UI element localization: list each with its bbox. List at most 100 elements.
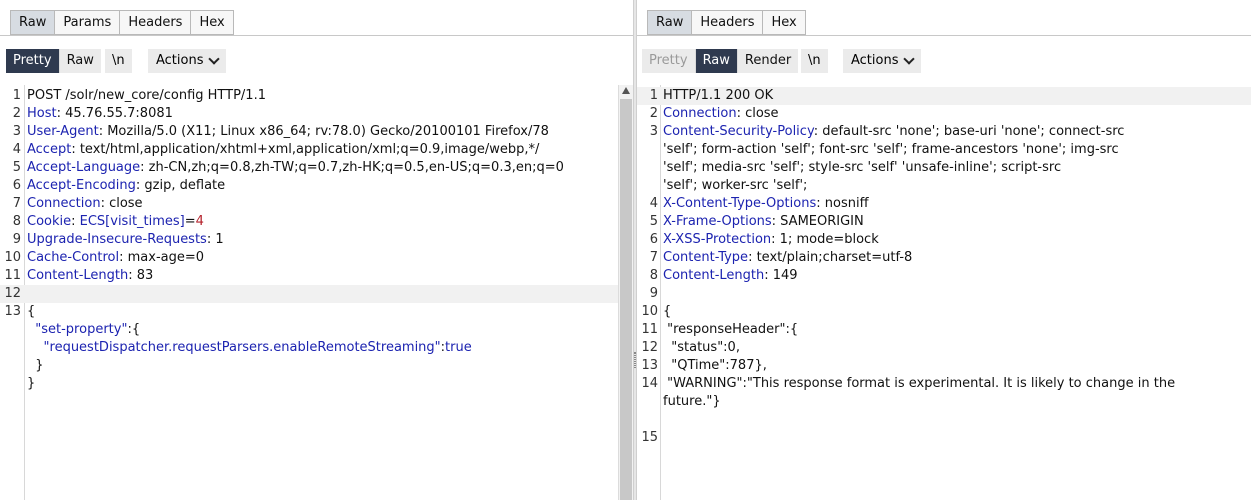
response-tab-raw[interactable]: Raw [647,10,693,35]
line-content: } [27,357,633,375]
syntax-token: 'self'; form-action 'self'; font-src 'se… [663,142,1119,157]
code-line: 15 [637,429,1251,447]
request-tab-params[interactable]: Params [55,10,121,35]
syntax-token: POST /solr/new_core/config HTTP/1.1 [27,88,266,103]
code-line: } [0,357,633,375]
response-newline-toggle[interactable]: \n [801,49,828,73]
request-scrollbar[interactable] [618,85,633,500]
response-raw-button[interactable]: Raw [694,49,737,73]
line-number: 6 [12,178,21,193]
line-number: 7 [12,196,21,211]
syntax-token: : [71,214,80,229]
line-number: 11 [4,268,21,283]
code-line: 6 Accept-Encoding: gzip, deflate [0,177,633,195]
line-number: 10 [641,304,658,319]
response-view-toggle: Pretty Raw Render [642,49,799,73]
syntax-token: : 1 [206,232,224,247]
line-number: 11 [641,322,658,337]
line-number: 10 [4,250,21,265]
response-tabbar: Raw Headers Hex [637,0,1251,36]
response-actions-button[interactable]: Actions [843,49,921,73]
line-content: Content-Type: text/plain;charset=utf-8 [663,249,1251,267]
line-number: 1 [649,88,658,103]
code-line: "set-property":{ [0,321,633,339]
syntax-token-key: X-XSS-Protection [663,232,772,247]
syntax-token: : gzip, deflate [135,178,226,193]
line-content: Accept-Encoding: gzip, deflate [27,177,633,195]
syntax-token-key: Cookie [27,214,72,229]
code-line: 4 Accept: text/html,application/xhtml+xml… [0,141,633,159]
request-tab-raw[interactable]: Raw [10,10,56,35]
response-actions-label: Actions [851,53,899,68]
response-pane: Raw Headers Hex Pretty Raw Render \n Act… [637,0,1251,500]
request-tab-hex[interactable]: Hex [191,10,234,35]
line-number: 8 [649,268,658,283]
response-toolbar: Pretty Raw Render \n Actions [637,37,1251,83]
request-editor[interactable]: 1 POST /solr/new_core/config HTTP/1.1 2 Hos… [0,85,633,500]
request-pretty-button[interactable]: Pretty [6,49,59,73]
request-tab-headers[interactable]: Headers [120,10,192,35]
scroll-up-icon[interactable] [622,87,630,94]
syntax-token-key: Accept-Encoding [27,178,136,193]
syntax-token: { [27,304,36,319]
syntax-token: "responseHeader":{ [663,322,799,337]
request-actions-button[interactable]: Actions [148,49,226,73]
code-line: 12 [0,285,633,303]
line-number: 2 [649,106,658,121]
line-content: HTTP/1.1 200 OK [663,87,1251,105]
line-content: "WARNING":"This response format is exper… [663,375,1251,393]
line-content: Content-Length: 149 [663,267,1251,285]
line-content: Upgrade-Insecure-Requests: 1 [27,231,633,249]
request-raw-button[interactable]: Raw [58,49,101,73]
code-line: 8 Content-Length: 149 [637,267,1251,285]
request-pane: Raw Params Headers Hex Pretty Raw \n Act… [0,0,633,500]
line-content: } [27,375,633,393]
line-number: 13 [4,304,21,319]
code-line: 7 Connection: close [0,195,633,213]
line-content: Content-Security-Policy: default-src 'no… [663,123,1251,141]
syntax-token-key: Content-Length [663,268,765,283]
line-number: 3 [12,124,21,139]
code-line: 3 Content-Security-Policy: default-src 'n… [637,123,1251,141]
scrollbar-thumb[interactable] [620,99,632,500]
code-line: 9 [637,285,1251,303]
code-line: 3 User-Agent: Mozilla/5.0 (X11; Linux x86… [0,123,633,141]
syntax-token-key: Accept-Language [27,160,141,175]
code-line: 1 HTTP/1.1 200 OK [637,87,1251,105]
line-content: Accept-Language: zh-CN,zh;q=0.8,zh-TW;q=… [27,159,633,177]
syntax-token-key: Host [27,106,57,121]
syntax-token: 'self'; worker-src 'self'; [663,178,808,193]
line-content: "QTime":787}, [663,357,1251,375]
syntax-token: : nosniff [816,196,869,211]
response-editor[interactable]: 1 HTTP/1.1 200 OK 2 Connection: close 3 Conte… [637,85,1251,500]
request-newline-toggle[interactable]: \n [105,49,132,73]
response-tab-headers[interactable]: Headers [692,10,764,35]
syntax-token-key: true [445,340,472,355]
line-content: future."} [663,393,1251,411]
code-line: 11 Content-Length: 83 [0,267,633,285]
line-content: { [663,303,1251,321]
splitter-grip-icon[interactable] [634,352,636,368]
syntax-token-key: Content-Length [27,268,129,283]
response-tab-hex[interactable]: Hex [763,10,806,35]
line-number: 6 [649,232,658,247]
code-line: 7 Content-Type: text/plain;charset=utf-8 [637,249,1251,267]
line-content: Accept: text/html,application/xhtml+xml,… [27,141,633,159]
syntax-token: : SAMEORIGIN [771,214,864,229]
syntax-token: : 1; mode=block [771,232,879,247]
line-number: 4 [649,196,658,211]
line-number: 1 [12,88,21,103]
syntax-token: : zh-CN,zh;q=0.8,zh-TW;q=0.7,zh-HK;q=0.5… [140,160,564,175]
code-line: 10 { [637,303,1251,321]
syntax-token: 4 [195,214,204,229]
chevron-down-icon [207,53,220,65]
line-content: X-Frame-Options: SAMEORIGIN [663,213,1251,231]
code-line: future."} [637,393,1251,411]
line-content: 'self'; media-src 'self'; style-src 'sel… [663,159,1251,177]
line-content: Connection: close [27,195,633,213]
request-view-toggle: Pretty Raw [6,49,101,73]
response-render-button[interactable]: Render [736,49,799,73]
response-pretty-button[interactable]: Pretty [642,49,695,73]
line-content: Content-Length: 83 [27,267,633,285]
code-line: 8 Cookie: ECS[visit_times]=4 [0,213,633,231]
